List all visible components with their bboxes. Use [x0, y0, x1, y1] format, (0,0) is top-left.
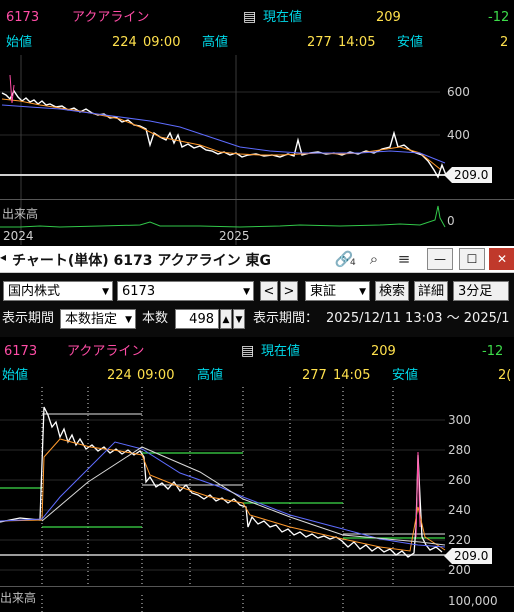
bottom-tick-280: 280: [448, 443, 471, 457]
top-volume-bars: [0, 205, 446, 228]
top-high-value: 277: [307, 35, 332, 50]
top-xtick-2025: 2025: [219, 229, 250, 243]
top-low-label: 安値: [397, 35, 424, 50]
exchange-select-value: 東証: [310, 284, 337, 299]
bottom-level-lines: [0, 452, 445, 539]
period-label: 表示期間: [2, 311, 55, 326]
top-change-value: -12: [488, 10, 510, 25]
bottom-high-time: 14:05: [333, 368, 371, 383]
bottom-high-value: 277: [302, 368, 327, 383]
link-badge: 4: [350, 258, 356, 268]
search-button[interactable]: 検索: [375, 281, 409, 301]
top-current-label: 現在値: [263, 10, 303, 25]
top-stock-code: 6173: [6, 10, 40, 25]
prev-symbol-button[interactable]: <: [260, 281, 278, 301]
bottom-current-value: 209: [371, 344, 396, 359]
detail-button[interactable]: 詳細: [414, 281, 448, 301]
bottom-spike-pink: [415, 451, 421, 538]
top-candles-path: [1, 89, 447, 179]
bottom-low-value: 2(: [498, 368, 512, 383]
maximize-button[interactable]: ☐: [459, 248, 485, 270]
exchange-select[interactable]: 東証 ▼: [305, 281, 370, 301]
top-ma-long: [1, 104, 446, 164]
top-volume-chart: [0, 205, 446, 228]
bottom-tick-220: 220: [448, 533, 471, 547]
top-open-time: 09:00: [143, 35, 181, 50]
bottom-price-tag: 209.0: [444, 548, 493, 564]
bottom-current-label: 現在値: [261, 344, 301, 359]
bottom-stock-code: 6173: [4, 344, 38, 359]
range-label: 表示期間：: [253, 311, 319, 326]
top-stock-name: アクアライン: [72, 10, 150, 25]
top-tick-400: 400: [447, 128, 470, 142]
top-low-value: 2: [500, 35, 509, 50]
bottom-stock-name: アクアライン: [67, 344, 145, 359]
top-volume-tick: 0: [447, 214, 455, 228]
bottom-chart-panel: 6173 アクアライン ▤ 現在値 209 -12 始値 224 09:00 高…: [0, 337, 514, 612]
top-high-time: 14:05: [338, 35, 376, 50]
top-high-label: 高値: [202, 35, 229, 50]
chevron-down-icon: ▼: [125, 315, 132, 325]
menu-icon[interactable]: ≡: [393, 248, 415, 270]
bottom-open-label: 始値: [2, 368, 29, 383]
chevron-down-icon: ▼: [243, 287, 250, 297]
top-chart-panel: 6173 アクアライン ▤ 現在値 209 -12 始値 224 09:00 高…: [0, 0, 514, 246]
period-mode-select[interactable]: 本数指定 ▼: [60, 309, 136, 329]
count-input[interactable]: 498: [175, 309, 219, 329]
chevron-down-icon: ▼: [359, 287, 366, 297]
bottom-price-chart[interactable]: [0, 387, 514, 587]
window-title: チャート(単体) 6173 アクアライン 東G: [12, 253, 272, 269]
bottom-day-separators: [41, 387, 394, 587]
bottom-volume-divider: [0, 586, 514, 587]
top-price-tag: 209.0: [444, 167, 493, 183]
count-up-button[interactable]: ▲: [220, 309, 232, 329]
period-mode-value: 本数指定: [65, 312, 118, 327]
market-select-value: 国内株式: [8, 284, 61, 299]
top-ma-short: [1, 98, 441, 170]
market-select[interactable]: 国内株式 ▼: [3, 281, 113, 301]
bottom-volume-tick: 100,000: [448, 594, 498, 608]
search-icon[interactable]: ⌕: [363, 248, 385, 270]
chart-toolbar: 国内株式 ▼ 6173 ▼ < > 東証 ▼ 検索 詳細 3分足 表示期間 本数指定 ▼…: [0, 273, 514, 337]
top-current-value: 209: [376, 10, 401, 25]
top-open-label: 始値: [6, 35, 33, 50]
interval-select[interactable]: 3分足: [453, 281, 509, 301]
bottom-tick-300: 300: [448, 413, 471, 427]
bottom-low-label: 安値: [392, 368, 419, 383]
count-label: 本数: [142, 311, 169, 326]
bottom-tick-260: 260: [448, 473, 471, 487]
bottom-volume-chart: [41, 595, 344, 612]
title-arrow-icon: ◂: [0, 250, 7, 264]
window-title-bar[interactable]: ◂ チャート(単体) 6173 アクアライン 東G 🔗 4 ⌕ ≡ — ☐ ✕: [0, 246, 514, 273]
bottom-open-value: 224: [107, 368, 132, 383]
next-symbol-button[interactable]: >: [280, 281, 298, 301]
bottom-high-label: 高値: [197, 368, 224, 383]
symbol-select[interactable]: 6173 ▼: [117, 281, 254, 301]
bottom-tick-200: 200: [448, 563, 471, 577]
range-value: 2025/12/11 13:03 〜 2025/1: [326, 311, 510, 326]
menu-list-icon[interactable]: ▤: [241, 343, 254, 359]
top-open-value: 224: [112, 35, 137, 50]
minimize-button[interactable]: —: [427, 248, 453, 270]
bottom-open-time: 09:00: [137, 368, 175, 383]
close-button[interactable]: ✕: [489, 248, 514, 270]
bottom-change-value: -12: [482, 344, 504, 359]
bottom-ma-blue: [0, 441, 446, 548]
chevron-down-icon: ▼: [102, 287, 109, 297]
symbol-select-value: 6173: [122, 284, 156, 299]
menu-list-icon[interactable]: ▤: [243, 9, 256, 25]
top-xtick-2024: 2024: [3, 229, 34, 243]
count-down-button[interactable]: ▼: [233, 309, 245, 329]
top-tick-600: 600: [447, 85, 470, 99]
bottom-tick-240: 240: [448, 503, 471, 517]
